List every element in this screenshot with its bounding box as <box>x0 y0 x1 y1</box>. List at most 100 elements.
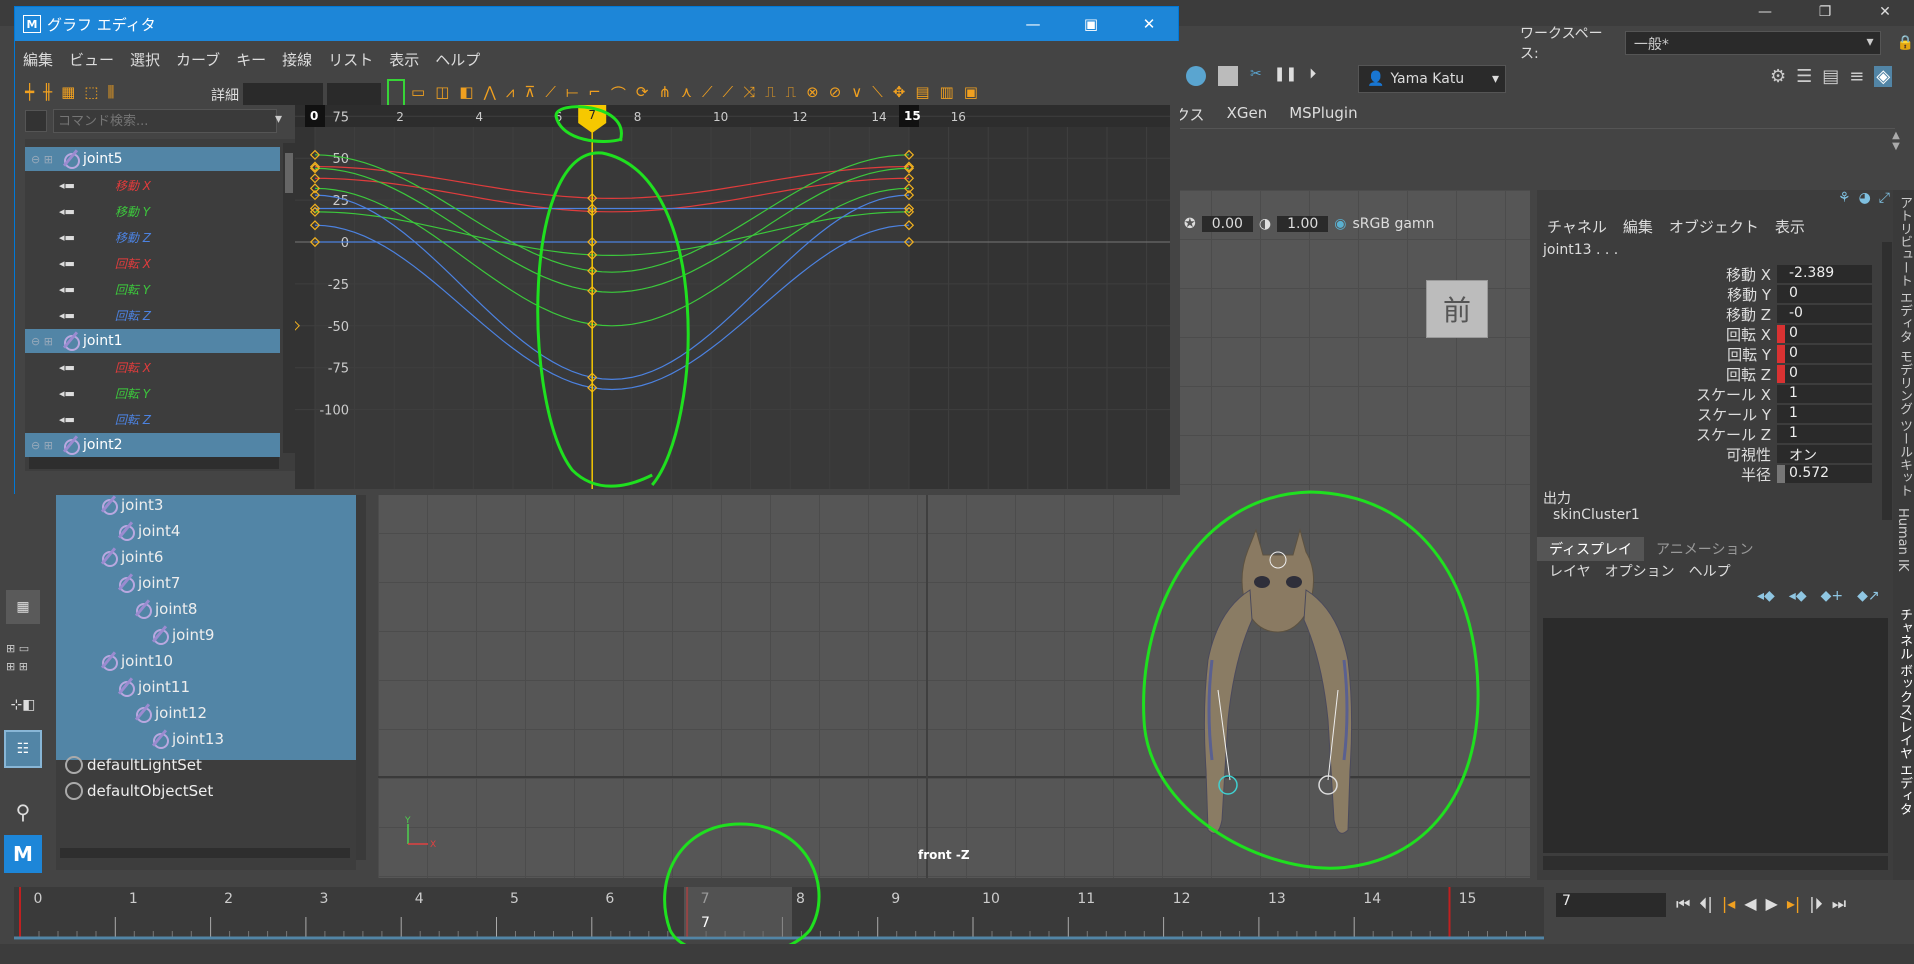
ge-channel-row[interactable]: ◂▬ 移動 Z <box>25 225 280 249</box>
lock-weight-icon[interactable]: ⟋ <box>723 83 734 104</box>
channel-value[interactable]: -0 <box>1777 305 1872 323</box>
channel-label[interactable]: 移動 X <box>1537 264 1777 285</box>
graph-view[interactable]: 02468101214167550250-25-50-75-1000157 <box>290 105 1170 489</box>
ge-channel-row[interactable]: ◂▬ 回転 Z <box>25 407 280 431</box>
menu-layers[interactable]: レイヤ <box>1549 561 1591 581</box>
channel-row[interactable]: 半径 0.572 <box>1537 464 1872 484</box>
ge-menu-keys[interactable]: キー <box>228 49 274 73</box>
channel-value[interactable]: -2.389 <box>1777 265 1872 283</box>
ge-channel-row[interactable]: ◂▬ 回転 X <box>25 355 280 379</box>
outliner-toggle-icon[interactable]: ≡ <box>1849 66 1864 87</box>
channel-value[interactable]: 1 <box>1777 425 1872 443</box>
exposure-field[interactable]: 0.00 <box>1201 216 1253 232</box>
outliner-item[interactable]: joint13 <box>150 726 224 751</box>
channel-row[interactable]: スケール Z1 <box>1537 424 1872 444</box>
outliner-item[interactable]: defaultLightSet <box>65 752 202 777</box>
view-cube[interactable]: 前 <box>1426 280 1488 338</box>
post-infinity-icon[interactable]: ∨ <box>851 83 862 104</box>
channel-value[interactable]: 0 <box>1777 325 1872 343</box>
ge-channel-row[interactable]: ◂▬ 回転 Z <box>25 303 280 327</box>
move-key-icon[interactable]: ┿ <box>25 83 34 101</box>
outliner-item[interactable]: joint9 <box>150 622 214 647</box>
side-tab-channel-box[interactable]: チャネル ボックス/レイヤ エディタ <box>1895 608 1914 816</box>
outliner-item[interactable]: defaultObjectSet <box>65 778 213 803</box>
ge-menu-view[interactable]: ビュー <box>61 49 122 73</box>
film-icon[interactable] <box>1218 66 1238 86</box>
channel-label[interactable]: 半径 <box>1537 464 1777 485</box>
channel-label[interactable]: 移動 Z <box>1537 304 1777 325</box>
ge-joint-row[interactable]: ⊖ ⊞ joint2 <box>25 433 280 457</box>
menu-help[interactable]: ヘルプ <box>1689 561 1731 581</box>
output-node[interactable]: skinCluster1 <box>1553 507 1640 523</box>
quick-layout-icon[interactable]: ⊞ ▭ ⊞ ⊞ <box>6 640 40 680</box>
channel-box-scrollbar[interactable] <box>1882 242 1892 520</box>
modeling-toolkit-toggle-icon[interactable]: ◈ <box>1874 66 1893 87</box>
ge-channel-row[interactable]: ◂▬ 回転 X <box>25 251 280 275</box>
expand-collapse-icon[interactable]: ⊖ ⊞ <box>31 439 53 452</box>
new-layer-selected-icon[interactable]: ◆↗ <box>1857 588 1880 604</box>
search-icon[interactable]: ⚲ <box>6 795 40 829</box>
pause-icon[interactable]: ❚❚ <box>1274 66 1297 86</box>
render-icon[interactable] <box>1186 66 1206 86</box>
retime-icon[interactable]: ⫼ <box>107 83 114 101</box>
ge-joint-row[interactable]: ⊖ ⊞ joint5 <box>25 147 280 171</box>
channel-label[interactable]: スケール X <box>1537 384 1777 405</box>
frame-playback-icon[interactable]: ◫ <box>435 83 449 104</box>
channel-label[interactable]: 回転 Y <box>1537 344 1777 365</box>
shelf-scroll[interactable]: ▲ ▼ <box>1888 130 1904 176</box>
step-tangent-icon[interactable]: ⌐ <box>588 83 601 104</box>
graph-editor-title-bar[interactable]: M グラフ エディタ — ▣ ✕ <box>15 7 1178 41</box>
search-dropdown-icon[interactable]: ▾ <box>275 111 282 127</box>
cut-icon[interactable]: ✂ <box>1250 66 1262 86</box>
ge-menu-curves[interactable]: カーブ <box>168 49 228 73</box>
menu-display[interactable]: 表示 <box>1775 216 1805 237</box>
stack-curves-icon[interactable]: ⎍ <box>765 83 776 104</box>
outliner-item[interactable]: joint3 <box>99 492 163 517</box>
range-slider[interactable] <box>0 944 1914 964</box>
buffer-swap-icon[interactable]: ⟳ <box>636 83 649 104</box>
frame-all-icon[interactable]: ▭ <box>411 83 425 104</box>
stats-field-value[interactable] <box>327 83 381 105</box>
exposure-icon[interactable]: ✪ <box>1184 216 1196 232</box>
close-button[interactable]: ✕ <box>1860 0 1910 24</box>
tab-display-layers[interactable]: ディスプレイ <box>1537 537 1645 561</box>
outliner-icon[interactable]: ☷ <box>4 730 42 768</box>
menu-object[interactable]: オブジェクト <box>1669 216 1759 237</box>
channel-label[interactable]: 回転 Z <box>1537 364 1777 385</box>
play-forwards-icon[interactable]: ▶ <box>1766 894 1778 914</box>
menu-edit[interactable]: 編集 <box>1623 216 1653 237</box>
linear-tangent-icon[interactable]: ⟋ <box>545 83 556 104</box>
menu-channels[interactable]: チャネル <box>1547 216 1607 237</box>
channel-label[interactable]: スケール Y <box>1537 404 1777 425</box>
layout-icon[interactable]: ▦ <box>6 590 40 624</box>
outliner-item[interactable]: joint8 <box>133 596 197 621</box>
unify-tangents-icon[interactable]: ⋏ <box>681 83 692 104</box>
ge-maximize-button[interactable]: ▣ <box>1062 7 1120 41</box>
move-layer-up-icon[interactable]: ◂◆ <box>1757 588 1775 604</box>
outliner-horizontal-scrollbar[interactable] <box>60 848 350 858</box>
side-tab-modeling-toolkit[interactable]: モデリング ツールキット <box>1895 350 1914 497</box>
ge-menu-tangents[interactable]: 接線 <box>274 49 320 73</box>
restore-button[interactable]: ❐ <box>1800 0 1850 24</box>
channel-label[interactable]: スケール Z <box>1537 424 1777 445</box>
side-tab-human-ik[interactable]: Human IK <box>1895 508 1910 571</box>
attribute-editor-toggle-icon[interactable]: ⚙ <box>1770 66 1786 87</box>
ge-channel-row[interactable]: ◂▬ 移動 X <box>25 173 280 197</box>
current-frame-field[interactable]: 7 <box>1556 893 1666 917</box>
insert-key-icon[interactable]: ╫ <box>43 83 52 101</box>
step-forward-key-icon[interactable]: ▸| <box>1787 894 1800 914</box>
time-snap-icon[interactable]: ⟍ <box>872 83 883 104</box>
free-weight-icon[interactable]: ⟋ <box>702 83 713 104</box>
ge-menu-list[interactable]: リスト <box>320 49 381 73</box>
absolute-view-icon[interactable]: ⊗ <box>806 83 819 104</box>
ge-minimize-button[interactable]: — <box>1004 7 1062 41</box>
shelf-tab-xgen[interactable]: XGen <box>1227 104 1268 128</box>
tab-animation-layers[interactable]: アニメーション <box>1644 537 1765 561</box>
workspace-dropdown[interactable]: 一般* <box>1624 31 1881 55</box>
channel-row[interactable]: 回転 X0 <box>1537 324 1872 344</box>
outliner-item[interactable]: joint12 <box>133 700 207 725</box>
pre-infinity-icon[interactable]: ⊘ <box>829 83 842 104</box>
dope-sheet-icon[interactable]: ▤ <box>915 83 929 104</box>
channel-row[interactable]: スケール X1 <box>1537 384 1872 404</box>
user-account-menu[interactable]: 👤 Yama Katu ▾ <box>1358 65 1506 93</box>
